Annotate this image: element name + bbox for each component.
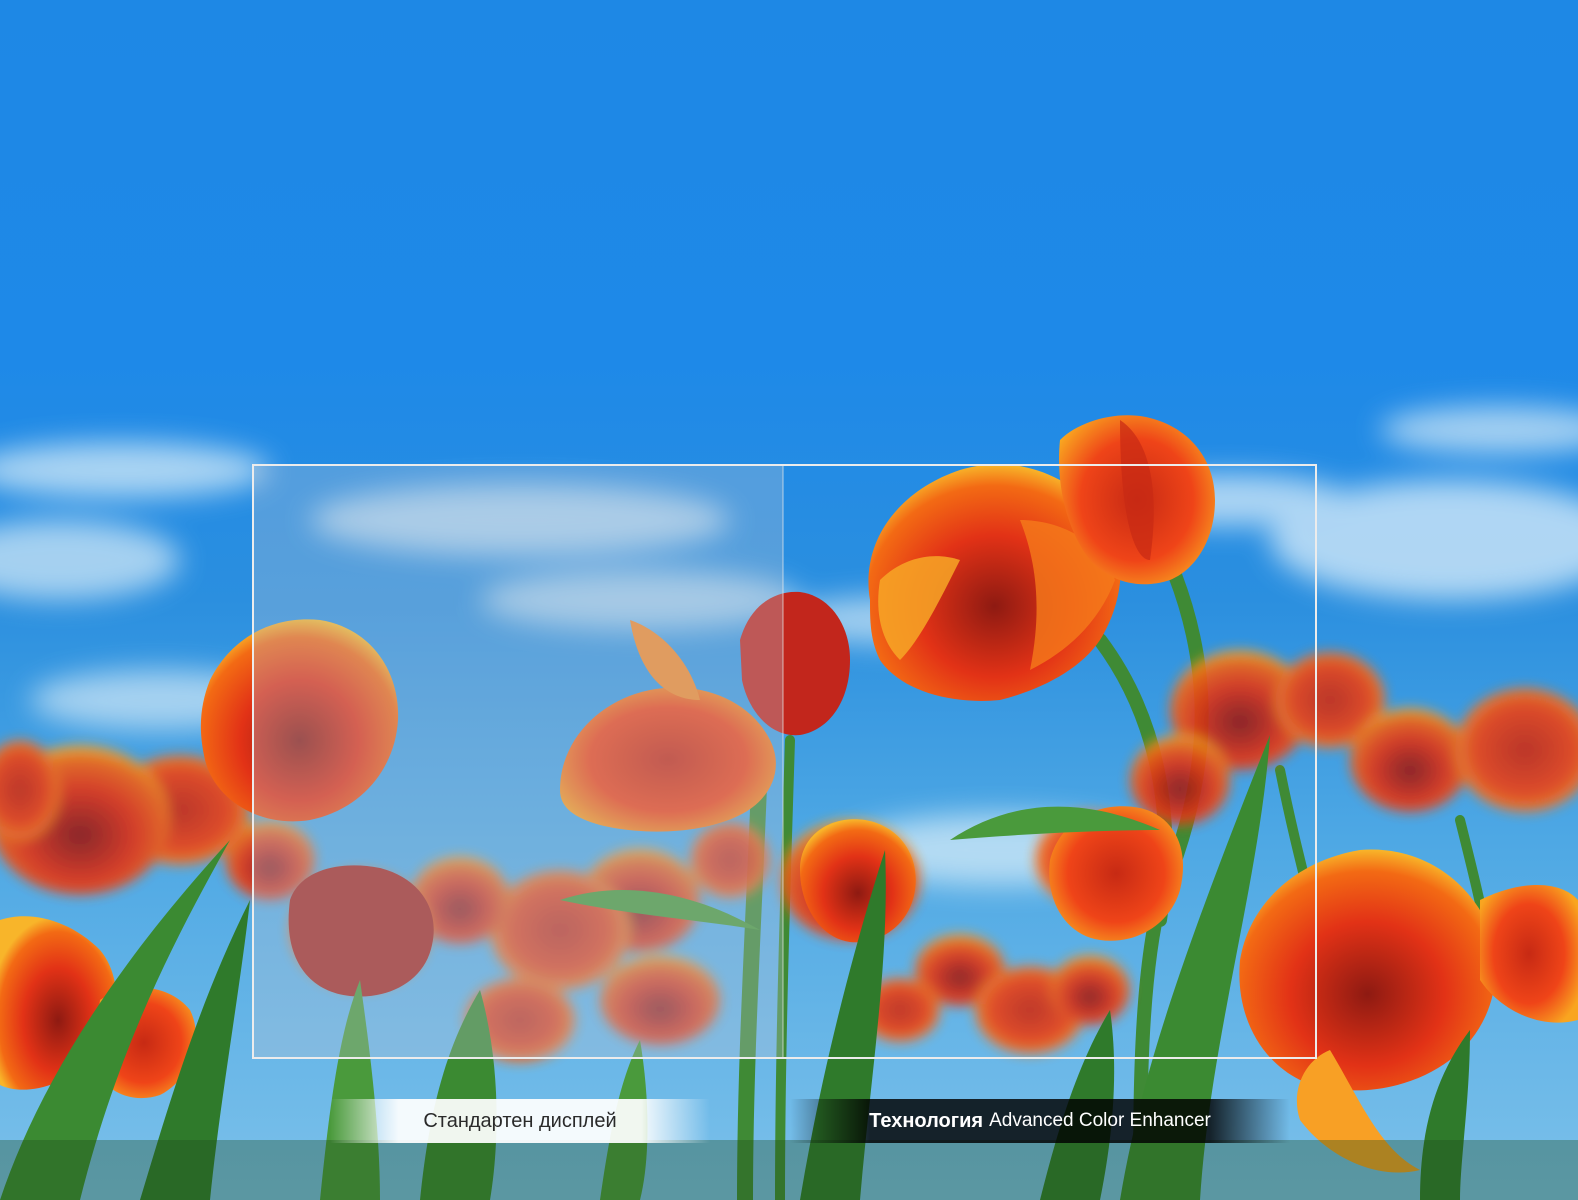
standard-display-overlay (253, 465, 783, 1058)
technology-name: Advanced Color Enhancer (989, 1110, 1211, 1131)
tulip-photo (0, 0, 1578, 1200)
standard-display-label: Стандартен дисплей (330, 1099, 710, 1143)
enhanced-technology-label: Технология Advanced Color Enhancer (790, 1099, 1290, 1143)
standard-display-text: Стандартен дисплей (423, 1109, 617, 1132)
technology-prefix: Технология (869, 1109, 984, 1132)
ground-shadow (0, 1140, 1578, 1200)
